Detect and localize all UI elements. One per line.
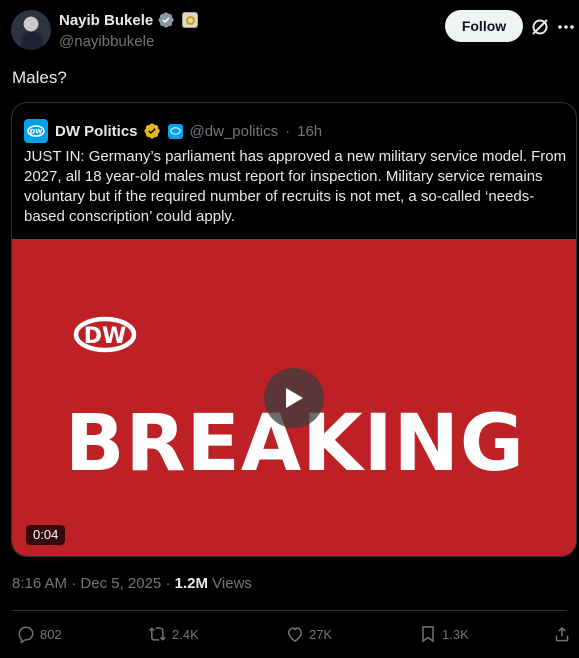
like-count: 27K [309,626,333,642]
repost-button[interactable]: 2.4K [148,624,199,644]
share-button[interactable] [552,624,572,644]
repost-icon [148,627,166,641]
svg-text:DW: DW [30,128,43,136]
author-name-row: Nayib Bukele [59,11,199,29]
quoted-tweet[interactable]: DW DW Politics @dw_politics · 16h JUST I… [11,102,577,557]
quoted-author-name[interactable]: DW Politics [55,123,138,140]
repost-count: 2.4K [172,626,199,642]
divider [12,610,567,611]
bookmark-button[interactable]: 1.3K [418,624,469,644]
dw-avatar-icon[interactable]: DW [24,119,48,143]
quoted-handle[interactable]: @dw_politics [190,123,279,140]
quoted-header: DW DW Politics @dw_politics · 16h [24,119,322,143]
tweet-text: Males? [12,68,67,87]
tweet-date[interactable]: Dec 5, 2025 [80,575,161,592]
avatar[interactable] [11,10,51,50]
verified-badge-icon [158,12,174,28]
meta-separator: · [165,575,171,592]
play-button[interactable] [264,368,324,428]
author-handle[interactable]: @nayibbukele [59,33,154,50]
affiliate-badge-icon[interactable] [182,12,199,28]
tweet-time[interactable]: 8:16 AM [12,575,67,592]
meta-separator: · [71,575,77,592]
like-button[interactable]: 27K [285,624,332,644]
gold-verified-badge-icon [143,123,160,139]
dw-logo-icon: DW [73,316,137,353]
grok-icon[interactable] [530,17,550,37]
action-bar: 802 2.4K 27K 1.3K [0,618,579,652]
quoted-body: JUST IN: Germany’s parliament has approv… [24,148,567,225]
views-count: 1.2M [174,575,208,592]
dw-affiliate-badge-icon[interactable] [167,123,183,139]
author-name[interactable]: Nayib Bukele [59,12,153,29]
share-icon [555,626,569,642]
like-icon [287,627,303,642]
tweet-header: Nayib Bukele @nayibbukele Follow [0,0,579,60]
reply-icon [18,626,34,644]
video-duration: 0:04 [26,525,66,545]
reply-button[interactable]: 802 [16,624,62,644]
more-icon[interactable] [556,17,576,37]
video-player[interactable]: DW BREAKING 0:04 [12,239,576,556]
views-label: Views [212,575,252,592]
tweet-meta: 8:16 AM · Dec 5, 2025 · 1.2M Views [12,575,252,592]
follow-button[interactable]: Follow [445,10,523,42]
quoted-time[interactable]: 16h [297,123,322,140]
dw-logo-text: DW [84,324,127,349]
bookmark-icon [422,626,434,643]
play-icon [286,388,303,408]
bookmark-count: 1.3K [442,626,469,642]
reply-count: 802 [40,626,62,642]
quoted-separator: · [285,122,291,140]
